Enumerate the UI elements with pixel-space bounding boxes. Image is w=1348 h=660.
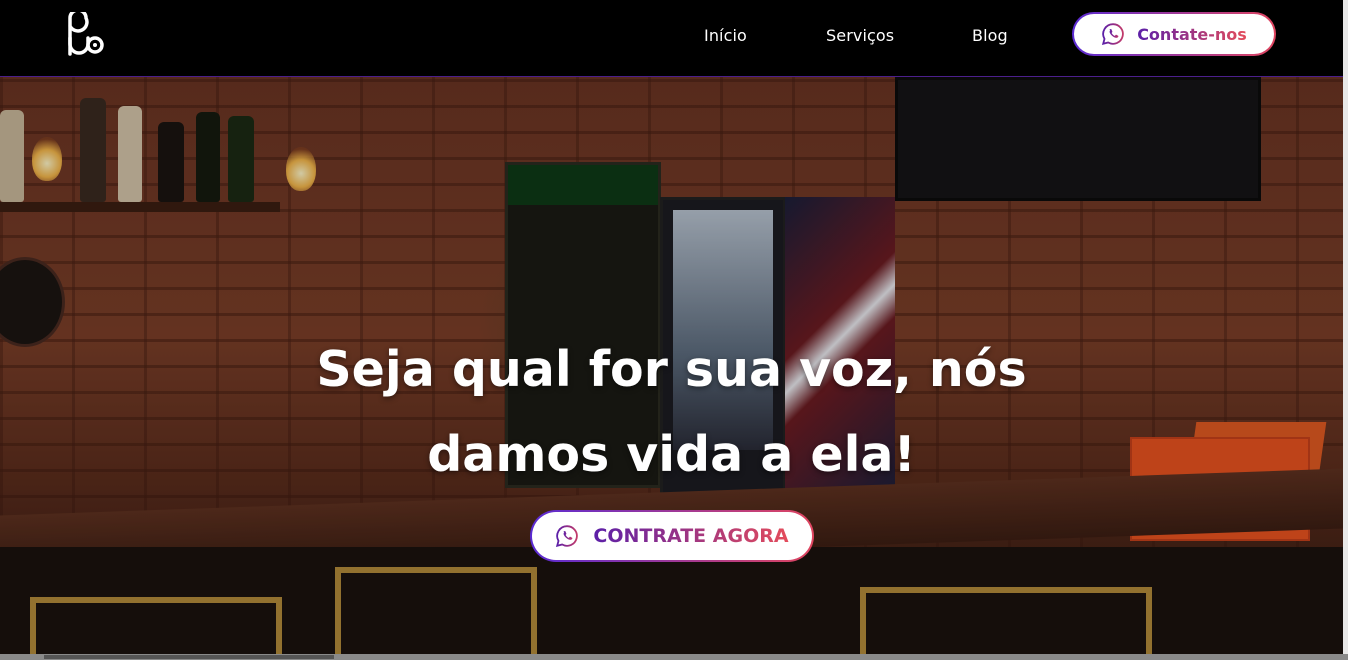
- nav-link-servicos[interactable]: Serviços: [826, 26, 894, 45]
- hero-headline-line1: Seja qual for sua voz, nós: [316, 341, 1027, 398]
- hero-section: Seja qual for sua voz, nós damos vida a …: [0, 77, 1343, 654]
- contact-button-label: Contate-nos: [1137, 24, 1247, 44]
- nav-link-inicio[interactable]: Início: [704, 26, 747, 45]
- logo-icon[interactable]: [64, 12, 106, 56]
- scrollbar-thumb[interactable]: [44, 655, 334, 659]
- top-navbar: Início Serviços Blog Contate-nos: [0, 0, 1343, 77]
- hero-headline-line2: damos vida a ela!: [427, 426, 916, 483]
- hero-headline: Seja qual for sua voz, nós damos vida a …: [0, 327, 1343, 497]
- horizontal-scrollbar[interactable]: [0, 654, 1348, 660]
- hire-now-button[interactable]: CONTRATE AGORA: [530, 510, 814, 562]
- contact-button[interactable]: Contate-nos: [1072, 12, 1276, 56]
- vertical-scrollbar[interactable]: [1343, 0, 1348, 660]
- whatsapp-icon: [556, 525, 579, 548]
- nav-link-blog[interactable]: Blog: [972, 26, 1008, 45]
- hire-now-button-label: CONTRATE AGORA: [593, 525, 789, 547]
- whatsapp-icon: [1102, 23, 1124, 46]
